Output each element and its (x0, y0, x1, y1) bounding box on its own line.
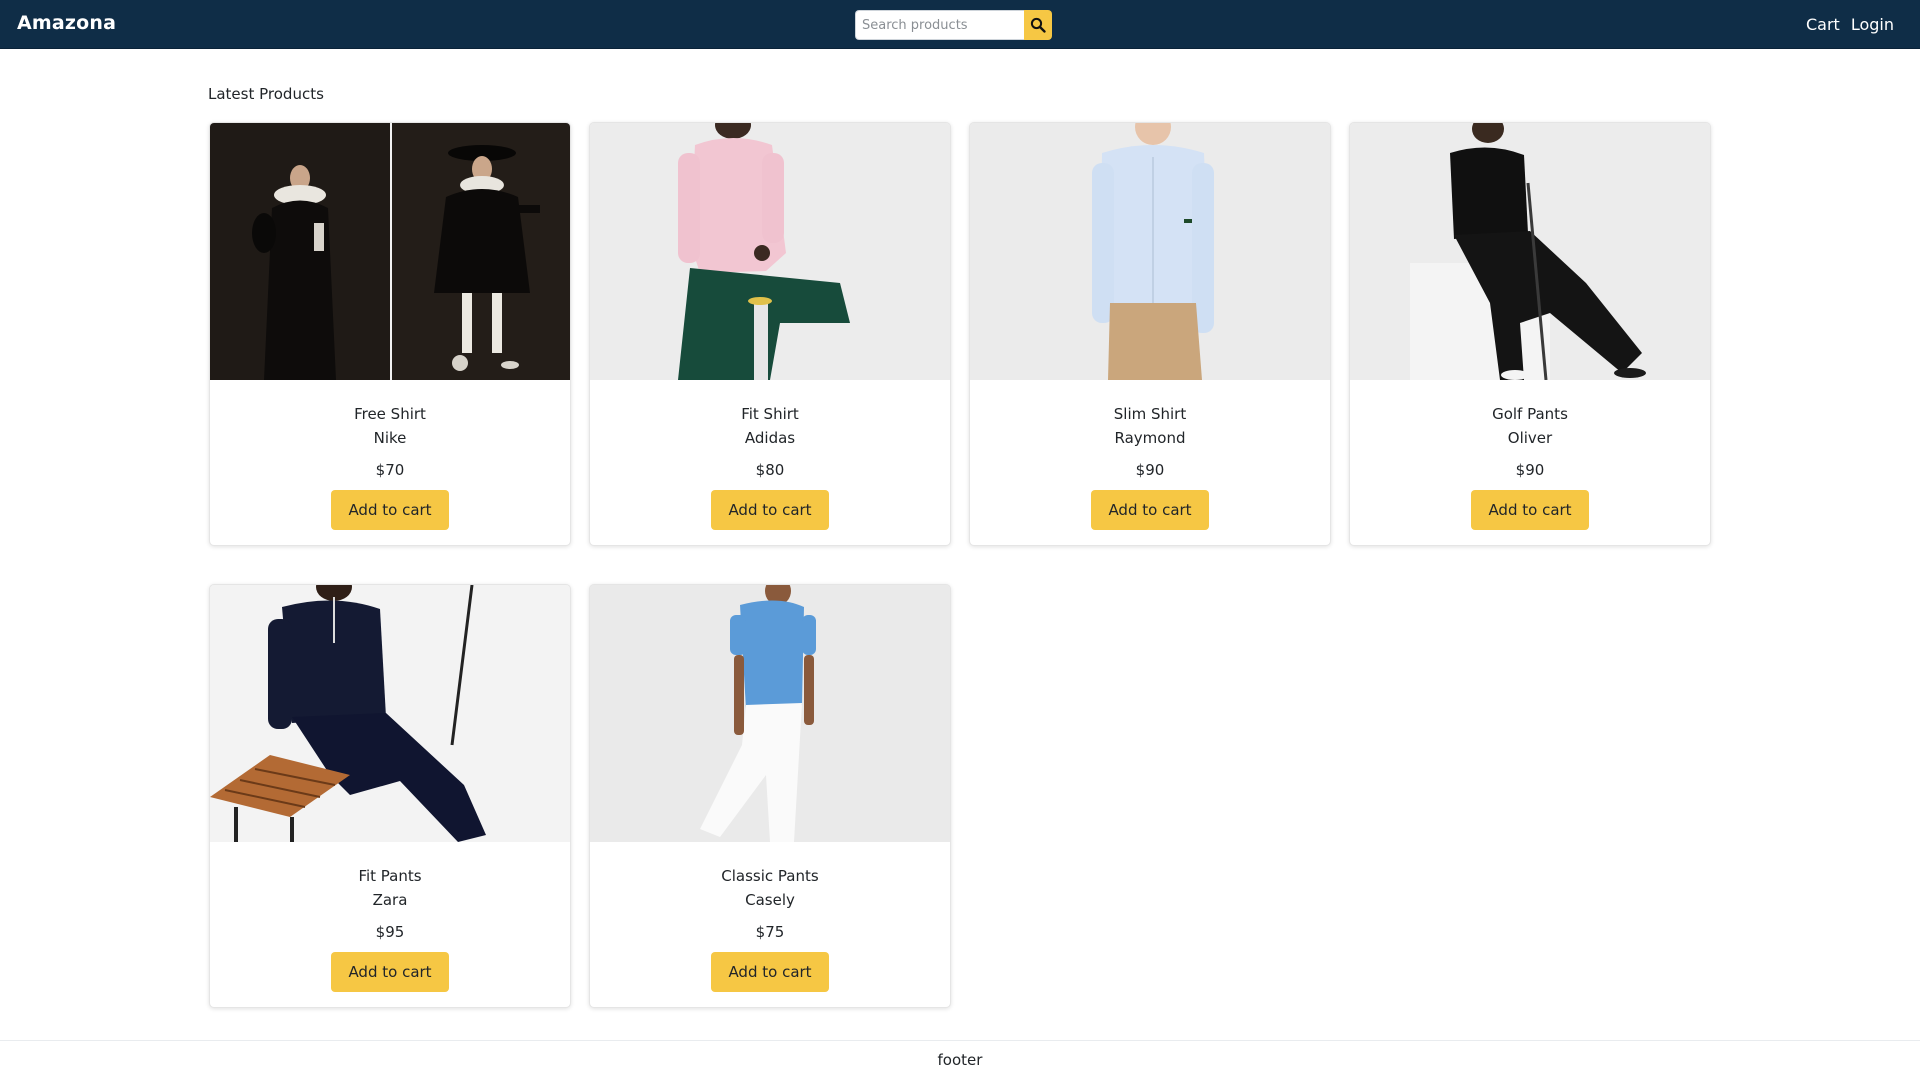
product-image[interactable] (590, 585, 950, 842)
product-price: $90 (1135, 461, 1165, 479)
product-image[interactable] (1350, 123, 1710, 380)
page-footer: footer (0, 1040, 1920, 1080)
product-name-link[interactable]: Slim Shirt (970, 402, 1330, 426)
page-title: Latest Products (208, 85, 324, 103)
product-image[interactable] (590, 123, 950, 380)
add-to-cart-button[interactable]: Add to cart (331, 952, 449, 992)
add-to-cart-button[interactable]: Add to cart (331, 490, 449, 530)
product-card-body: Fit Shirt Adidas $80 Add to cart (590, 380, 950, 530)
search-icon (1030, 17, 1046, 33)
product-card-body: Golf Pants Oliver $90 Add to cart (1350, 380, 1710, 530)
product-image[interactable] (210, 585, 570, 842)
brand-logo-link[interactable]: Amazona (17, 12, 116, 34)
product-image[interactable] (210, 123, 570, 380)
footer-text: footer (937, 1051, 983, 1069)
login-link[interactable]: Login (1851, 15, 1894, 34)
product-name-link[interactable]: Free Shirt (210, 402, 570, 426)
add-to-cart-button[interactable]: Add to cart (1091, 490, 1209, 530)
search-form (855, 10, 1052, 40)
product-brand: Zara (372, 891, 408, 909)
search-button[interactable] (1024, 10, 1052, 40)
product-card-body: Slim Shirt Raymond $90 Add to cart (970, 380, 1330, 530)
add-to-cart-button[interactable]: Add to cart (1471, 490, 1589, 530)
product-card: Classic Pants Casely $75 Add to cart (589, 584, 951, 1008)
product-card-body: Free Shirt Nike $70 Add to cart (210, 380, 570, 530)
product-price: $90 (1515, 461, 1545, 479)
product-name-link[interactable]: Fit Pants (210, 864, 570, 888)
cart-link[interactable]: Cart (1806, 15, 1840, 34)
product-name-link[interactable]: Fit Shirt (590, 402, 950, 426)
product-image[interactable] (970, 123, 1330, 380)
nav-links: Cart Login (1806, 15, 1894, 34)
product-brand: Casely (745, 891, 795, 909)
product-card: Free Shirt Nike $70 Add to cart (209, 122, 571, 546)
product-name-link[interactable]: Classic Pants (590, 864, 950, 888)
add-to-cart-button[interactable]: Add to cart (711, 952, 829, 992)
product-grid: Free Shirt Nike $70 Add to cart Fit Shir… (209, 122, 1712, 1012)
product-price: $80 (755, 461, 785, 479)
top-navbar: Amazona Cart Login (0, 0, 1920, 49)
product-price: $75 (755, 923, 785, 941)
product-card: Golf Pants Oliver $90 Add to cart (1349, 122, 1711, 546)
product-brand: Oliver (1507, 429, 1553, 447)
product-price: $70 (375, 461, 405, 479)
product-brand: Nike (373, 429, 407, 447)
add-to-cart-button[interactable]: Add to cart (711, 490, 829, 530)
product-card: Slim Shirt Raymond $90 Add to cart (969, 122, 1331, 546)
product-name-link[interactable]: Golf Pants (1350, 402, 1710, 426)
product-card-body: Fit Pants Zara $95 Add to cart (210, 842, 570, 992)
product-card: Fit Pants Zara $95 Add to cart (209, 584, 571, 1008)
product-card-body: Classic Pants Casely $75 Add to cart (590, 842, 950, 992)
product-brand: Raymond (1114, 429, 1186, 447)
product-card: Fit Shirt Adidas $80 Add to cart (589, 122, 951, 546)
product-price: $95 (375, 923, 405, 941)
search-input[interactable] (855, 10, 1024, 40)
product-brand: Adidas (744, 429, 796, 447)
